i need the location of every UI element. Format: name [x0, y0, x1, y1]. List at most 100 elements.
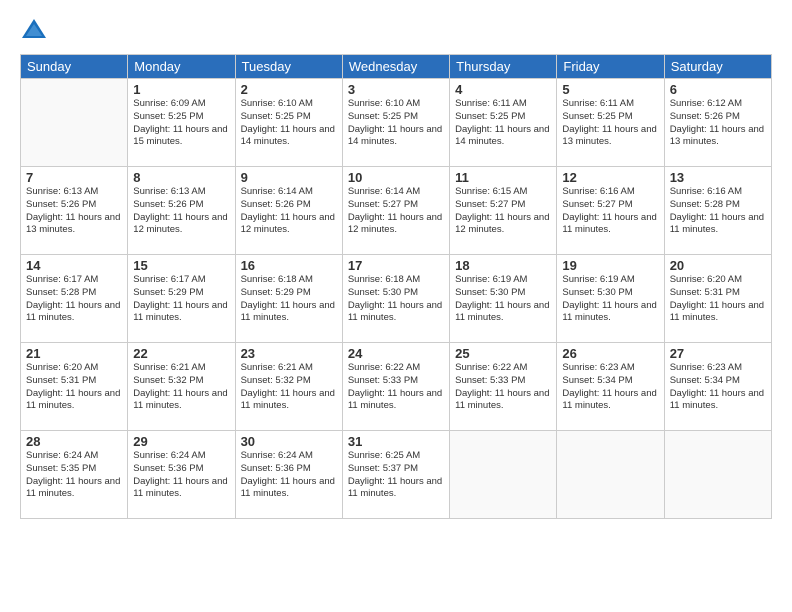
- week-row-2: 7Sunrise: 6:13 AM Sunset: 5:26 PM Daylig…: [21, 167, 772, 255]
- day-info: Sunrise: 6:10 AM Sunset: 5:25 PM Dayligh…: [348, 98, 444, 149]
- day-number: 22: [133, 346, 229, 361]
- day-cell: 18Sunrise: 6:19 AM Sunset: 5:30 PM Dayli…: [450, 255, 557, 343]
- day-info: Sunrise: 6:16 AM Sunset: 5:28 PM Dayligh…: [670, 186, 766, 237]
- day-cell: 31Sunrise: 6:25 AM Sunset: 5:37 PM Dayli…: [342, 431, 449, 519]
- day-info: Sunrise: 6:24 AM Sunset: 5:36 PM Dayligh…: [133, 450, 229, 501]
- day-cell: 11Sunrise: 6:15 AM Sunset: 5:27 PM Dayli…: [450, 167, 557, 255]
- column-header-friday: Friday: [557, 55, 664, 79]
- day-info: Sunrise: 6:24 AM Sunset: 5:35 PM Dayligh…: [26, 450, 122, 501]
- day-info: Sunrise: 6:17 AM Sunset: 5:28 PM Dayligh…: [26, 274, 122, 325]
- day-number: 2: [241, 82, 337, 97]
- day-info: Sunrise: 6:18 AM Sunset: 5:30 PM Dayligh…: [348, 274, 444, 325]
- day-cell: 13Sunrise: 6:16 AM Sunset: 5:28 PM Dayli…: [664, 167, 771, 255]
- day-cell: 23Sunrise: 6:21 AM Sunset: 5:32 PM Dayli…: [235, 343, 342, 431]
- week-row-3: 14Sunrise: 6:17 AM Sunset: 5:28 PM Dayli…: [21, 255, 772, 343]
- day-info: Sunrise: 6:22 AM Sunset: 5:33 PM Dayligh…: [348, 362, 444, 413]
- day-info: Sunrise: 6:21 AM Sunset: 5:32 PM Dayligh…: [241, 362, 337, 413]
- day-cell: 16Sunrise: 6:18 AM Sunset: 5:29 PM Dayli…: [235, 255, 342, 343]
- day-cell: 15Sunrise: 6:17 AM Sunset: 5:29 PM Dayli…: [128, 255, 235, 343]
- day-cell: 26Sunrise: 6:23 AM Sunset: 5:34 PM Dayli…: [557, 343, 664, 431]
- day-number: 20: [670, 258, 766, 273]
- day-number: 4: [455, 82, 551, 97]
- day-number: 8: [133, 170, 229, 185]
- column-header-wednesday: Wednesday: [342, 55, 449, 79]
- day-cell: 3Sunrise: 6:10 AM Sunset: 5:25 PM Daylig…: [342, 79, 449, 167]
- day-number: 19: [562, 258, 658, 273]
- day-cell: 4Sunrise: 6:11 AM Sunset: 5:25 PM Daylig…: [450, 79, 557, 167]
- day-info: Sunrise: 6:20 AM Sunset: 5:31 PM Dayligh…: [670, 274, 766, 325]
- day-number: 30: [241, 434, 337, 449]
- day-info: Sunrise: 6:17 AM Sunset: 5:29 PM Dayligh…: [133, 274, 229, 325]
- logo-icon: [20, 16, 48, 44]
- day-number: 14: [26, 258, 122, 273]
- day-info: Sunrise: 6:23 AM Sunset: 5:34 PM Dayligh…: [670, 362, 766, 413]
- day-cell: 28Sunrise: 6:24 AM Sunset: 5:35 PM Dayli…: [21, 431, 128, 519]
- day-info: Sunrise: 6:14 AM Sunset: 5:27 PM Dayligh…: [348, 186, 444, 237]
- day-number: 31: [348, 434, 444, 449]
- week-row-4: 21Sunrise: 6:20 AM Sunset: 5:31 PM Dayli…: [21, 343, 772, 431]
- day-cell: [450, 431, 557, 519]
- day-info: Sunrise: 6:23 AM Sunset: 5:34 PM Dayligh…: [562, 362, 658, 413]
- column-header-tuesday: Tuesday: [235, 55, 342, 79]
- day-cell: 21Sunrise: 6:20 AM Sunset: 5:31 PM Dayli…: [21, 343, 128, 431]
- day-number: 26: [562, 346, 658, 361]
- day-info: Sunrise: 6:13 AM Sunset: 5:26 PM Dayligh…: [26, 186, 122, 237]
- day-number: 17: [348, 258, 444, 273]
- day-number: 11: [455, 170, 551, 185]
- day-cell: 1Sunrise: 6:09 AM Sunset: 5:25 PM Daylig…: [128, 79, 235, 167]
- day-info: Sunrise: 6:12 AM Sunset: 5:26 PM Dayligh…: [670, 98, 766, 149]
- day-cell: [664, 431, 771, 519]
- day-cell: 7Sunrise: 6:13 AM Sunset: 5:26 PM Daylig…: [21, 167, 128, 255]
- day-info: Sunrise: 6:24 AM Sunset: 5:36 PM Dayligh…: [241, 450, 337, 501]
- day-cell: 8Sunrise: 6:13 AM Sunset: 5:26 PM Daylig…: [128, 167, 235, 255]
- day-cell: 17Sunrise: 6:18 AM Sunset: 5:30 PM Dayli…: [342, 255, 449, 343]
- day-cell: 2Sunrise: 6:10 AM Sunset: 5:25 PM Daylig…: [235, 79, 342, 167]
- day-info: Sunrise: 6:14 AM Sunset: 5:26 PM Dayligh…: [241, 186, 337, 237]
- day-number: 23: [241, 346, 337, 361]
- day-cell: 10Sunrise: 6:14 AM Sunset: 5:27 PM Dayli…: [342, 167, 449, 255]
- day-number: 25: [455, 346, 551, 361]
- column-header-saturday: Saturday: [664, 55, 771, 79]
- day-info: Sunrise: 6:16 AM Sunset: 5:27 PM Dayligh…: [562, 186, 658, 237]
- day-number: 13: [670, 170, 766, 185]
- week-row-1: 1Sunrise: 6:09 AM Sunset: 5:25 PM Daylig…: [21, 79, 772, 167]
- day-number: 9: [241, 170, 337, 185]
- day-info: Sunrise: 6:13 AM Sunset: 5:26 PM Dayligh…: [133, 186, 229, 237]
- day-info: Sunrise: 6:09 AM Sunset: 5:25 PM Dayligh…: [133, 98, 229, 149]
- day-cell: [21, 79, 128, 167]
- day-info: Sunrise: 6:11 AM Sunset: 5:25 PM Dayligh…: [562, 98, 658, 149]
- day-info: Sunrise: 6:19 AM Sunset: 5:30 PM Dayligh…: [562, 274, 658, 325]
- day-info: Sunrise: 6:20 AM Sunset: 5:31 PM Dayligh…: [26, 362, 122, 413]
- day-info: Sunrise: 6:25 AM Sunset: 5:37 PM Dayligh…: [348, 450, 444, 501]
- day-number: 5: [562, 82, 658, 97]
- day-info: Sunrise: 6:21 AM Sunset: 5:32 PM Dayligh…: [133, 362, 229, 413]
- day-number: 24: [348, 346, 444, 361]
- day-number: 3: [348, 82, 444, 97]
- day-number: 1: [133, 82, 229, 97]
- day-info: Sunrise: 6:10 AM Sunset: 5:25 PM Dayligh…: [241, 98, 337, 149]
- day-number: 27: [670, 346, 766, 361]
- day-number: 6: [670, 82, 766, 97]
- day-info: Sunrise: 6:11 AM Sunset: 5:25 PM Dayligh…: [455, 98, 551, 149]
- day-cell: 27Sunrise: 6:23 AM Sunset: 5:34 PM Dayli…: [664, 343, 771, 431]
- column-header-sunday: Sunday: [21, 55, 128, 79]
- day-info: Sunrise: 6:19 AM Sunset: 5:30 PM Dayligh…: [455, 274, 551, 325]
- day-cell: 19Sunrise: 6:19 AM Sunset: 5:30 PM Dayli…: [557, 255, 664, 343]
- day-number: 16: [241, 258, 337, 273]
- day-cell: 9Sunrise: 6:14 AM Sunset: 5:26 PM Daylig…: [235, 167, 342, 255]
- day-number: 18: [455, 258, 551, 273]
- day-cell: [557, 431, 664, 519]
- logo: [20, 16, 52, 44]
- day-number: 21: [26, 346, 122, 361]
- column-header-monday: Monday: [128, 55, 235, 79]
- day-cell: 6Sunrise: 6:12 AM Sunset: 5:26 PM Daylig…: [664, 79, 771, 167]
- day-info: Sunrise: 6:22 AM Sunset: 5:33 PM Dayligh…: [455, 362, 551, 413]
- calendar-table: SundayMondayTuesdayWednesdayThursdayFrid…: [20, 54, 772, 519]
- day-number: 15: [133, 258, 229, 273]
- column-header-thursday: Thursday: [450, 55, 557, 79]
- day-cell: 24Sunrise: 6:22 AM Sunset: 5:33 PM Dayli…: [342, 343, 449, 431]
- day-cell: 30Sunrise: 6:24 AM Sunset: 5:36 PM Dayli…: [235, 431, 342, 519]
- day-info: Sunrise: 6:18 AM Sunset: 5:29 PM Dayligh…: [241, 274, 337, 325]
- calendar-header-row: SundayMondayTuesdayWednesdayThursdayFrid…: [21, 55, 772, 79]
- day-cell: 22Sunrise: 6:21 AM Sunset: 5:32 PM Dayli…: [128, 343, 235, 431]
